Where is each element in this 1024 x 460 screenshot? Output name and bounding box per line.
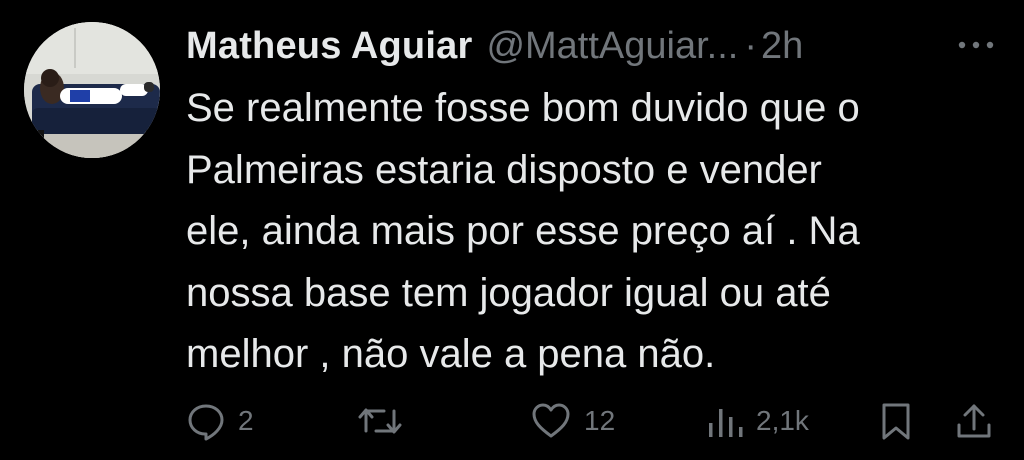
- tweet-text-line: ele, ainda mais por esse preço aí . Na: [186, 209, 860, 253]
- separator-dot: ·: [744, 24, 757, 67]
- share-icon: [957, 404, 991, 438]
- avatar[interactable]: [24, 22, 160, 158]
- bookmark-icon: [882, 403, 910, 440]
- bookmark-button[interactable]: [878, 396, 914, 446]
- like-button[interactable]: 12: [530, 396, 615, 446]
- like-count: 12: [584, 405, 616, 436]
- display-name[interactable]: Matheus Aguiar: [186, 25, 472, 68]
- views-chart-icon: [709, 409, 743, 437]
- avatar-photo: [24, 22, 160, 158]
- tweet-text-line: Se realmente fosse bom duvido que o: [186, 86, 860, 130]
- reply-icon: [188, 404, 224, 441]
- share-button[interactable]: [954, 396, 994, 446]
- reply-button[interactable]: 2: [186, 396, 254, 446]
- user-handle[interactable]: @MattAguiar...: [486, 25, 738, 68]
- heart-icon: [532, 403, 570, 438]
- timestamp[interactable]: 2h: [761, 25, 803, 68]
- views-button[interactable]: 2,1k: [704, 396, 809, 446]
- more-dots-icon: [958, 41, 994, 49]
- tweet-text-line: melhor , não vale a pena não.: [186, 332, 716, 376]
- tweet[interactable]: Matheus Aguiar @MattAguiar... · 2h Se re…: [0, 0, 1024, 460]
- tweet-text: Se realmente fosse bom duvido que o Palm…: [186, 78, 986, 386]
- retweet-icon: [358, 408, 402, 434]
- tweet-header: Matheus Aguiar @MattAguiar... · 2h: [186, 20, 803, 72]
- tweet-text-line: nossa base tem jogador igual ou até: [186, 270, 831, 315]
- views-count: 2,1k: [756, 405, 809, 436]
- tweet-actions: 2 12 2,1k: [0, 396, 1024, 446]
- reply-count: 2: [238, 405, 254, 436]
- retweet-button[interactable]: [356, 396, 416, 446]
- tweet-text-line: Palmeiras estaria disposto e vender: [186, 147, 822, 192]
- more-button[interactable]: [952, 30, 1000, 60]
